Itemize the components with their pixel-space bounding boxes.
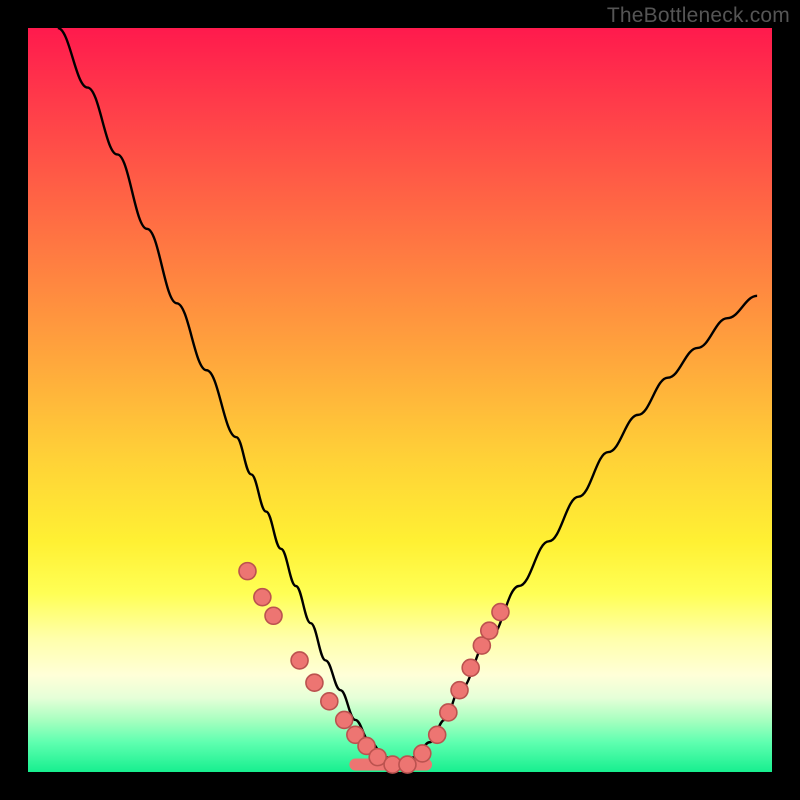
highlight-points-group bbox=[239, 563, 509, 773]
highlight-point bbox=[239, 563, 256, 580]
highlight-point bbox=[336, 711, 353, 728]
highlight-point bbox=[492, 604, 509, 621]
highlight-point bbox=[481, 622, 498, 639]
bottleneck-curve bbox=[58, 28, 757, 765]
watermark-text: TheBottleneck.com bbox=[607, 4, 790, 28]
highlight-point bbox=[462, 659, 479, 676]
highlight-point bbox=[399, 756, 416, 773]
highlight-point bbox=[429, 726, 446, 743]
highlight-point bbox=[414, 745, 431, 762]
highlight-point bbox=[306, 674, 323, 691]
highlight-point bbox=[291, 652, 308, 669]
highlight-point bbox=[451, 682, 468, 699]
highlight-point bbox=[254, 589, 271, 606]
chart-svg bbox=[28, 28, 772, 772]
outer-frame: TheBottleneck.com bbox=[0, 0, 800, 800]
highlight-point bbox=[265, 607, 282, 624]
highlight-point bbox=[440, 704, 457, 721]
highlight-point bbox=[321, 693, 338, 710]
